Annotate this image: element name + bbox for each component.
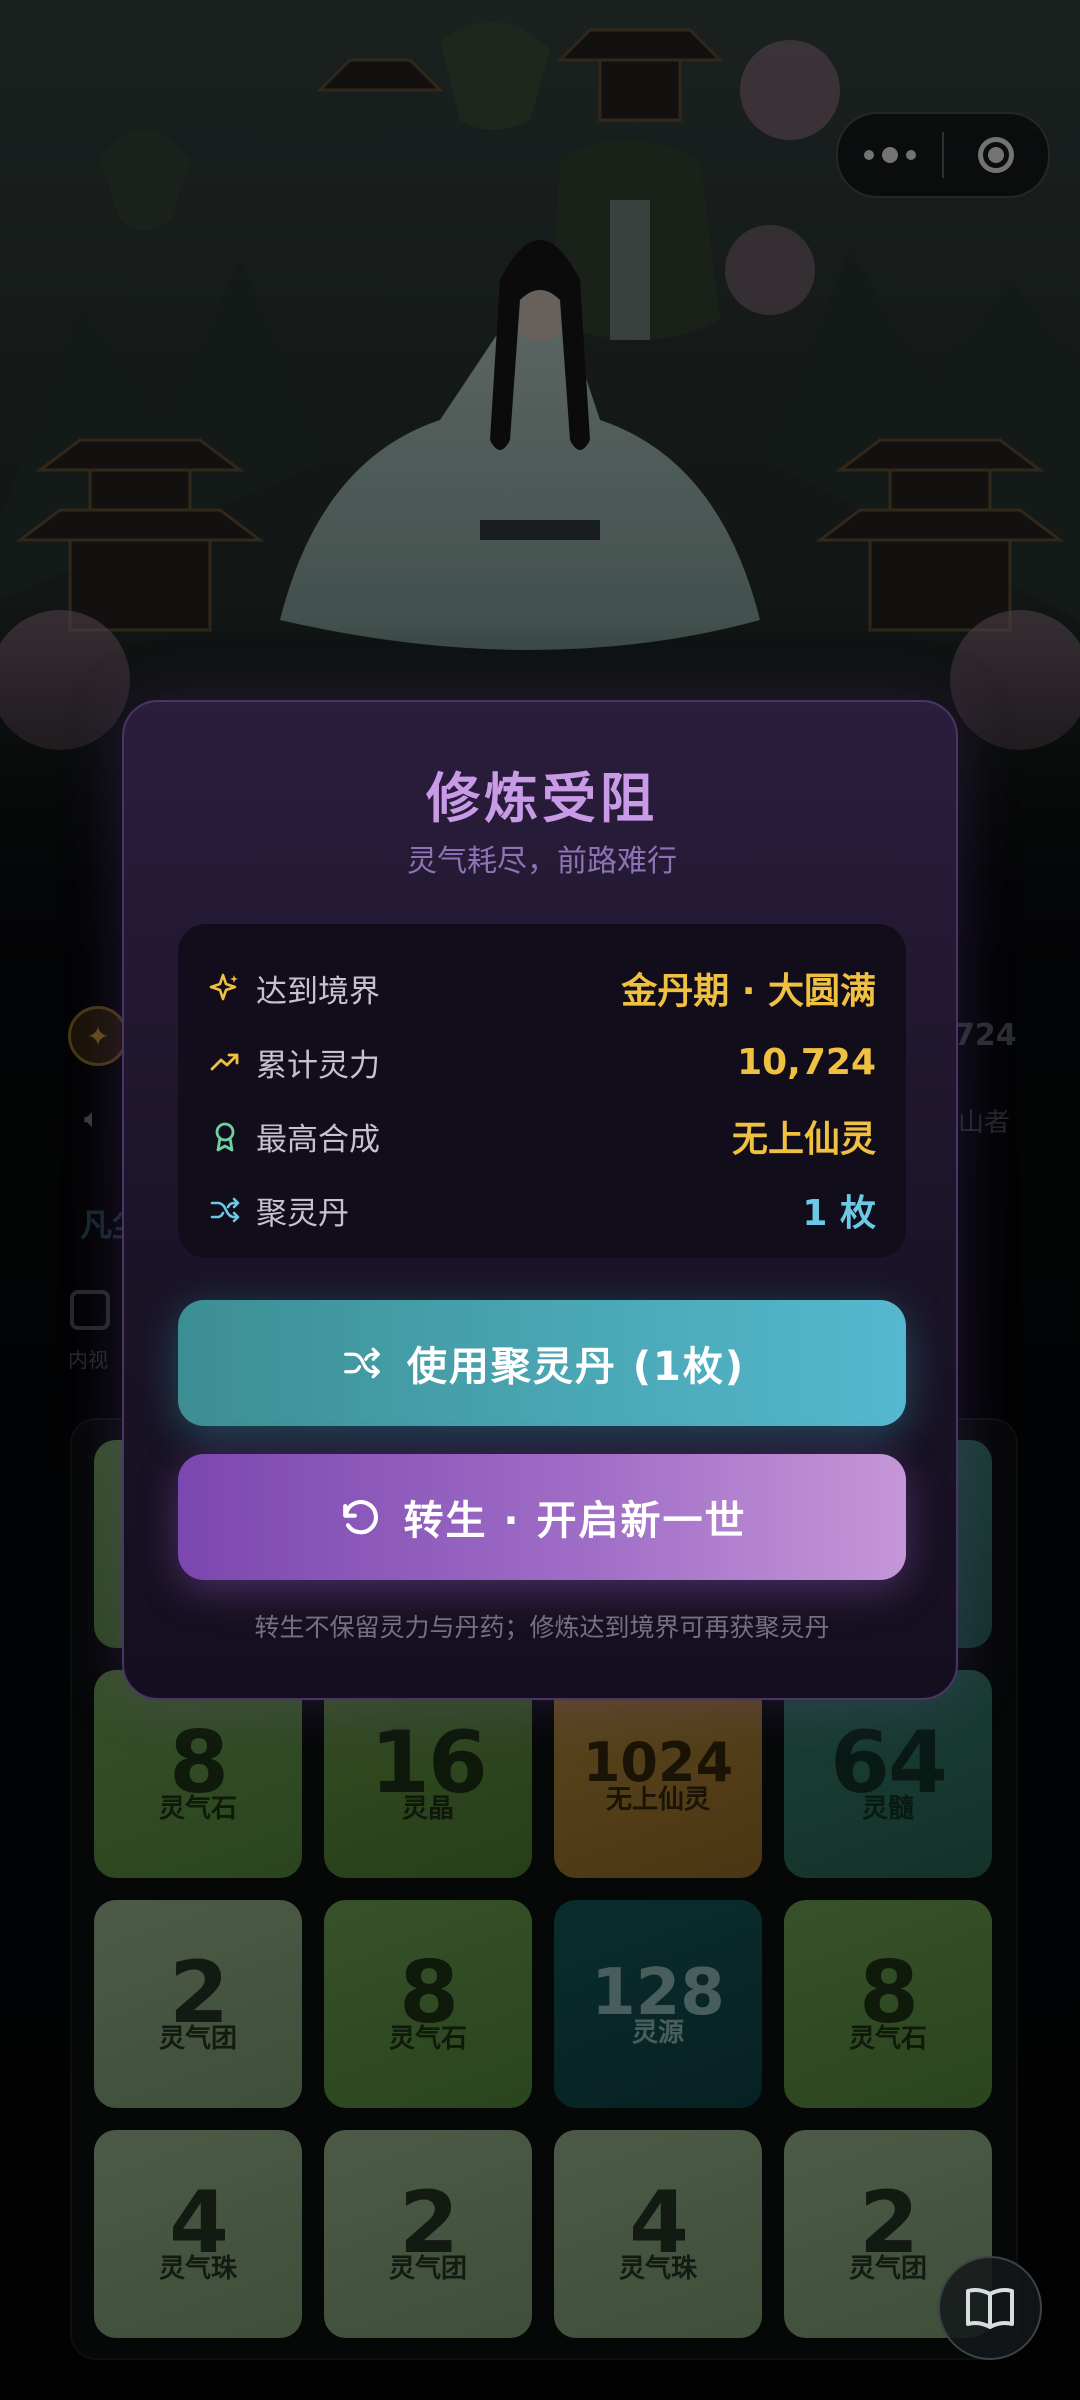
stat-value: 金丹期 · 大圆满 [621,971,876,1012]
game-over-dialog: 修炼受阻 灵气耗尽，前路难行 达到境界 金丹期 · 大圆满 累计灵力 10,72… [122,700,958,1700]
stat-value: 无上仙灵 [731,1119,876,1160]
shuffle-icon [208,1193,242,1227]
dialog-title: 修炼受阻 [426,767,658,830]
stat-row-spirit-power: 累计灵力 10,724 [208,1032,876,1092]
restart-icon [343,1500,379,1535]
sparkle-icon [208,971,242,1005]
trending-up-icon [208,1045,242,1079]
rebirth-label: 转生 · 开启新一世 [403,1498,747,1544]
use-spirit-pill-label: 使用聚灵丹 (1枚) [406,1344,746,1390]
rebirth-button[interactable]: 转生 · 开启新一世 [178,1454,906,1580]
award-icon [208,1119,242,1153]
stats-panel: 达到境界 金丹期 · 大圆满 累计灵力 10,724 最高合成 无上仙灵 聚灵丹… [178,924,906,1258]
stat-value: 10,724 [737,1041,876,1083]
stat-value: 1 枚 [802,1193,876,1234]
dialog-subtitle: 灵气耗尽，前路难行 [407,844,677,879]
stat-row-highest-merge: 最高合成 无上仙灵 [208,1106,876,1166]
stat-row-realm: 达到境界 金丹期 · 大圆满 [208,958,876,1018]
stat-label: 聚灵丹 [256,1195,349,1232]
book-icon [966,2288,1014,2329]
stat-row-spirit-pill: 聚灵丹 1 枚 [208,1180,876,1240]
dialog-footnote: 转生不保留灵力与丹药；修炼达到境界可再获聚灵丹 [254,1613,830,1642]
guide-book-button[interactable] [938,2256,1042,2360]
stat-label: 累计灵力 [256,1047,380,1084]
use-spirit-pill-button[interactable]: 使用聚灵丹 (1枚) [178,1300,906,1426]
stat-label: 达到境界 [256,973,380,1010]
shuffle-icon [343,1347,380,1379]
stat-label: 最高合成 [256,1121,380,1158]
